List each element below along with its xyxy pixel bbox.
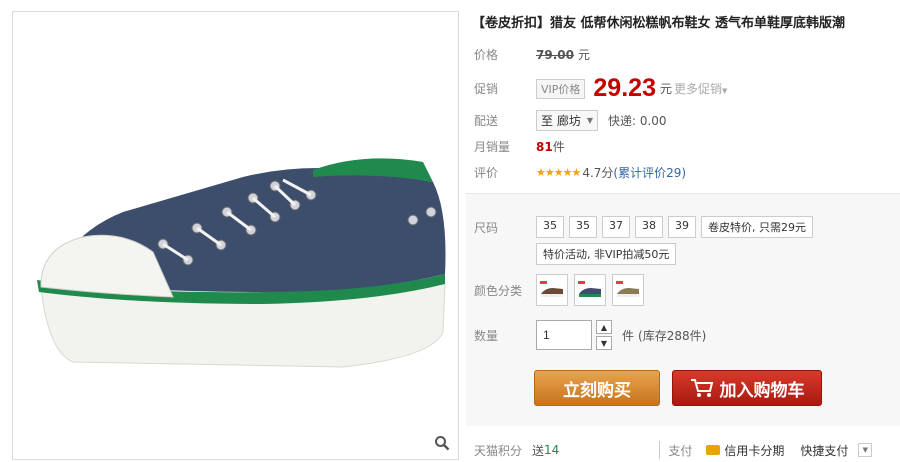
chevron-down-icon: ▼ (586, 116, 593, 125)
size-option[interactable]: 38 (635, 216, 663, 238)
size-option[interactable]: 35 (536, 216, 564, 238)
shoe-thumbnail-icon (578, 281, 601, 297)
magnifier-icon (435, 436, 450, 451)
zoom-button[interactable] (434, 435, 456, 457)
shoe-thumbnail-icon (616, 281, 639, 297)
more-promotions-link[interactable]: 更多促销▼ (674, 80, 727, 97)
points-label: 天猫积分 (474, 443, 523, 458)
buy-now-button[interactable]: 立刻购买 (534, 370, 660, 406)
credit-card-icon (706, 445, 721, 455)
divider (659, 441, 661, 459)
points-payment-row: 天猫积分 送 14 支付 信用卡分期 快捷支付 ▼ (466, 438, 900, 462)
color-option-brown[interactable] (536, 274, 568, 306)
cart-icon (690, 379, 713, 397)
promo-label: 促销 (474, 82, 499, 96)
quantity-row: 数量 ▲ ▼ 件 (库存288件) (474, 320, 706, 350)
size-options: 35 35 37 38 39 卷皮特价, 只需29元 特价活动, 非VIP拍减5… (536, 216, 836, 265)
increment-button[interactable]: ▲ (596, 320, 612, 334)
dropdown-caret-icon: ▼ (722, 87, 728, 95)
add-to-cart-label: 加入购物车 (719, 380, 805, 401)
rating-label: 评价 (474, 166, 499, 180)
pay-label: 支付 (668, 443, 693, 458)
promo-price: 29.23 (593, 74, 656, 102)
rating-row: 评价 ★★★★★ 4.7分 (累计评价29) (474, 164, 686, 181)
points-prefix: 送 (532, 443, 545, 458)
color-option-khaki[interactable] (612, 274, 644, 306)
size-option[interactable]: 卷皮特价, 只需29元 (701, 216, 813, 238)
sales-count: 81 (536, 139, 553, 154)
shoe-thumbnail-icon (540, 281, 563, 297)
vip-price-tag: VIP价格 (536, 78, 586, 99)
quick-pay-label[interactable]: 快捷支付 (800, 442, 848, 459)
stock-info: (库存288件) (638, 328, 707, 343)
sales-label: 月销量 (474, 140, 511, 154)
original-price: 79.00 (536, 47, 574, 62)
more-promotions-label: 更多促销 (673, 82, 722, 96)
rating-stars: ★★★★★ (536, 166, 581, 179)
installment-label[interactable]: 信用卡分期 (724, 442, 784, 459)
color-row: 颜色分类 (474, 274, 644, 306)
delivery-row: 配送 至 廊坊 ▼ 快递: 0.00 (474, 110, 667, 131)
size-row: 尺码 35 35 37 38 39 卷皮特价, 只需29元 特价活动, 非VIP… (474, 216, 836, 265)
reviews-link[interactable]: (累计评价29) (613, 164, 686, 181)
buy-now-label: 立刻购买 (563, 380, 631, 401)
delivery-label: 配送 (474, 114, 499, 128)
quantity-input[interactable] (536, 320, 592, 350)
size-label: 尺码 (474, 221, 499, 235)
promo-row: 促销 VIP价格 29.23 元 更多促销▼ (474, 74, 727, 103)
destination-select[interactable]: 至 廊坊 ▼ (536, 110, 598, 131)
rating-score: 4.7分 (582, 166, 614, 180)
size-option[interactable]: 特价活动, 非VIP拍减50元 (536, 243, 677, 265)
sku-panel: 尺码 35 35 37 38 39 卷皮特价, 只需29元 特价活动, 非VIP… (466, 193, 900, 426)
product-image-panel (12, 11, 459, 460)
color-option-blue[interactable] (574, 274, 606, 306)
points-value: 14 (544, 443, 560, 457)
size-option[interactable]: 35 (569, 216, 597, 238)
sales-unit: 件 (552, 140, 565, 154)
size-option[interactable]: 39 (668, 216, 696, 238)
chevron-down-icon[interactable]: ▼ (858, 443, 873, 457)
price-info-panel: 价格 79.00 元 促销 VIP价格 29.23 元 更多促销▼ 配送 至 廊… (466, 36, 900, 192)
promo-unit: 元 (659, 82, 672, 96)
price-unit: 元 (577, 48, 590, 62)
destination-value: 至 廊坊 (541, 114, 581, 128)
quantity-label: 数量 (474, 328, 499, 343)
color-options (536, 274, 644, 306)
add-to-cart-button[interactable]: 加入购物车 (672, 370, 822, 406)
price-row: 价格 79.00 元 (474, 46, 590, 63)
sales-row: 月销量 81 件 (474, 138, 565, 155)
express-fee: 快递: 0.00 (607, 114, 667, 128)
decrement-button[interactable]: ▼ (596, 336, 612, 350)
color-label: 颜色分类 (474, 283, 523, 298)
quantity-unit: 件 (622, 328, 635, 343)
product-image (37, 158, 446, 368)
size-option[interactable]: 37 (602, 216, 630, 238)
product-title: 【卷皮折扣】猎友 低帮休闲松糕帆布鞋女 透气布单鞋厚底韩版潮 (472, 16, 846, 31)
price-label: 价格 (474, 48, 499, 62)
quantity-stepper: ▲ ▼ (596, 320, 612, 350)
